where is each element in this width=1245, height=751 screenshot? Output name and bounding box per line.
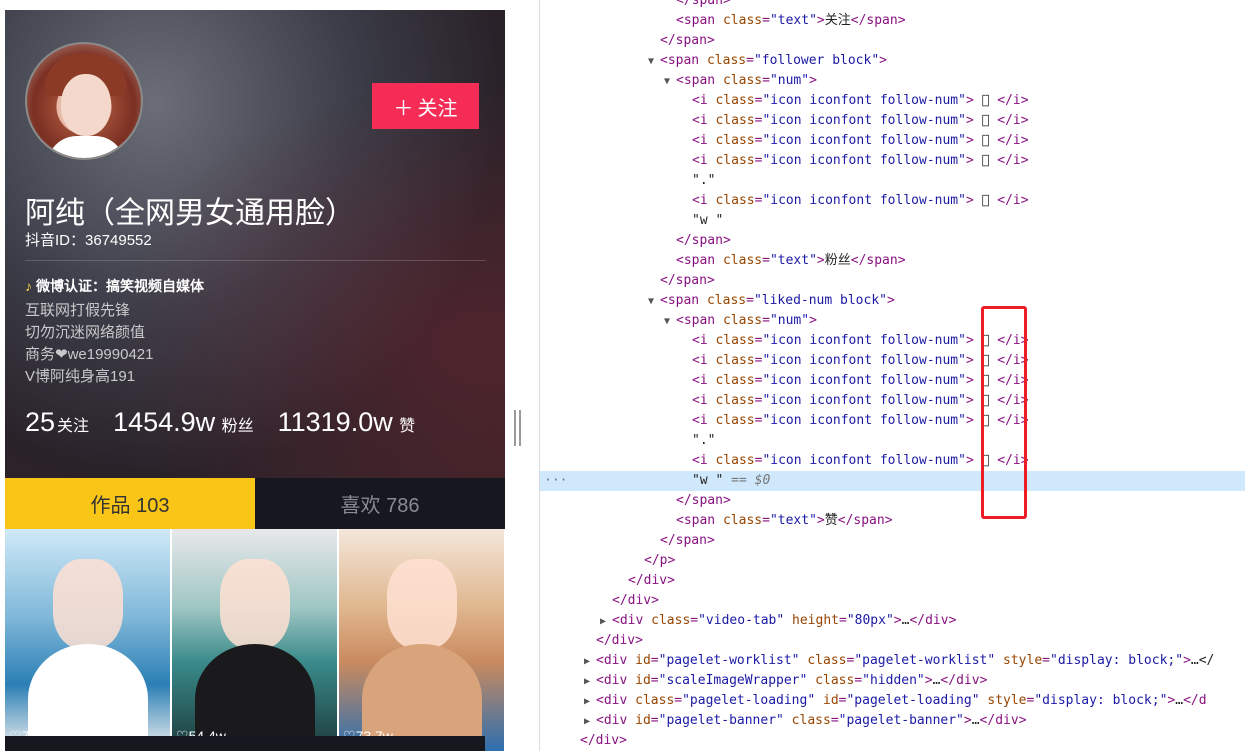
stat-label: 关注 — [57, 418, 90, 435]
dom-tree-node[interactable]: </span> — [540, 0, 1245, 11]
dom-tree-node[interactable]: </span> — [540, 231, 1245, 251]
expand-right-icon[interactable]: ▶ — [600, 612, 612, 632]
verify-badge: ♪ 微博认证：搞笑视频自媒体 — [25, 276, 204, 296]
thumbnail-person — [386, 559, 457, 649]
dom-tree-node[interactable]: "w " — [540, 211, 1245, 231]
stat-label: 赞 — [399, 418, 416, 435]
dom-tree-node[interactable]: ▼ <span class="liked-num block"> — [540, 291, 1245, 311]
dom-tree-node[interactable]: ▶ <div class="video-tab" height="80px">…<… — [540, 611, 1245, 631]
dom-tree-node[interactable]: <i class="icon iconfont follow-num">  <… — [540, 151, 1245, 171]
thumbnail-person — [52, 559, 123, 649]
bio-line: V博阿纯身高191 — [25, 368, 136, 385]
douyin-id: 抖音ID：36749552 — [25, 232, 152, 249]
dom-tree-node[interactable]: <span class="text">赞</span> — [540, 511, 1245, 531]
expand-right-icon[interactable]: ▶ — [584, 712, 596, 732]
expand-right-icon[interactable]: ▶ — [584, 692, 596, 712]
profile-header: ＋ 关注 阿纯（全网男女通用脸） 抖音ID：36749552 ♪ 微博认证：搞笑… — [5, 10, 505, 478]
dom-tree-node[interactable]: <i class="icon iconfont follow-num">  <… — [540, 391, 1245, 411]
video-grid: ♡71.2w ♡54.4w ♡73.7w — [5, 529, 505, 751]
dom-tree-node[interactable]: <i class="icon iconfont follow-num">  <… — [540, 111, 1245, 131]
bio-line: 互联网打假先锋 — [25, 302, 131, 319]
dom-tree-node[interactable]: </span> — [540, 531, 1245, 551]
dom-tree-node[interactable]: <span class="text">粉丝</span> — [540, 251, 1245, 271]
dom-tree-node[interactable]: <i class="icon iconfont follow-num">  <… — [540, 131, 1245, 151]
devtools-elements-panel: </span> <span class="text">关注</span> </spa… — [540, 0, 1245, 751]
dom-tree-node[interactable]: </div> — [540, 731, 1245, 751]
dom-tree-node[interactable]: </span> — [540, 491, 1245, 511]
dom-tree-node[interactable]: <i class="icon iconfont follow-num">  <… — [540, 351, 1245, 371]
dom-tree-node[interactable]: ▶ <div id="scaleImageWrapper" class="hidd… — [540, 671, 1245, 691]
dom-tree-node[interactable]: </p> — [540, 551, 1245, 571]
bio-line: 商务❤we19990421 — [25, 346, 154, 363]
dom-tree-node[interactable]: ▼ <span class="num"> — [540, 71, 1245, 91]
expand-down-icon[interactable]: ▼ — [664, 312, 676, 332]
dom-tree-node[interactable]: <i class="icon iconfont follow-num">  <… — [540, 411, 1245, 431]
stat-followers[interactable]: 1454.9w 粉丝 — [113, 407, 254, 438]
more-options-icon[interactable]: ··· — [544, 471, 567, 491]
dom-tree-node[interactable]: ▼ <span class="follower block"> — [540, 51, 1245, 71]
dom-tree-node[interactable]: <i class="icon iconfont follow-num">  <… — [540, 191, 1245, 211]
thumbnail-person — [219, 559, 290, 649]
dom-tree-node[interactable]: "." — [540, 171, 1245, 191]
avatar[interactable] — [25, 42, 143, 160]
dom-tree-node[interactable]: </span> — [540, 271, 1245, 291]
panel-splitter-handle[interactable] — [512, 410, 522, 446]
stat-num: 11319.0w — [277, 407, 393, 437]
stat-num: 25 — [25, 407, 56, 437]
tab-works[interactable]: 作品 103 — [5, 478, 255, 529]
dom-tree-node[interactable]: ▼ <span class="num"> — [540, 311, 1245, 331]
dom-tree-node[interactable]: <i class="icon iconfont follow-num">  <… — [540, 331, 1245, 351]
dom-tree-node[interactable]: <i class="icon iconfont follow-num">  <… — [540, 451, 1245, 471]
dom-tree-node[interactable]: "." — [540, 431, 1245, 451]
bottom-bar — [5, 736, 485, 751]
stats: 25 关注 1454.9w 粉丝 11319.0w 赞 — [25, 407, 415, 438]
video-thumbnail[interactable]: ♡54.4w — [172, 529, 337, 751]
tab-likes[interactable]: 喜欢 786 — [255, 478, 505, 529]
verify-text: 微博认证：搞笑视频自媒体 — [36, 278, 204, 294]
follow-button[interactable]: ＋ 关注 — [372, 83, 479, 129]
nickname: 阿纯（全网男女通用脸） — [25, 197, 355, 230]
divider — [25, 260, 486, 261]
expand-down-icon[interactable]: ▼ — [648, 292, 660, 312]
dom-tree-node[interactable]: </div> — [540, 571, 1245, 591]
stat-label: 粉丝 — [221, 418, 254, 435]
dom-tree-node[interactable]: ▶ <div id="pagelet-worklist" class="pagel… — [540, 651, 1245, 671]
video-thumbnail[interactable]: ♡73.7w — [339, 529, 504, 751]
dom-tree-node[interactable]: "w " == $0 ··· — [540, 471, 1245, 491]
dom-tree-node[interactable]: <i class="icon iconfont follow-num">  <… — [540, 91, 1245, 111]
dom-tree-node[interactable]: ▶ <div class="pagelet-loading" id="pagele… — [540, 691, 1245, 711]
expand-right-icon[interactable]: ▶ — [584, 672, 596, 692]
mobile-preview: ＋ 关注 阿纯（全网男女通用脸） 抖音ID：36749552 ♪ 微博认证：搞笑… — [0, 0, 510, 751]
stat-following[interactable]: 25 关注 — [25, 407, 89, 438]
dom-tree-node[interactable]: <i class="icon iconfont follow-num">  <… — [540, 371, 1245, 391]
avatar-collar — [47, 136, 125, 158]
expand-down-icon[interactable]: ▼ — [664, 72, 676, 92]
dom-tree-node[interactable]: <span class="text">关注</span> — [540, 11, 1245, 31]
dom-tree-node[interactable]: </div> — [540, 631, 1245, 651]
stat-likes[interactable]: 11319.0w 赞 — [278, 407, 416, 438]
content-tabs: 作品 103 喜欢 786 — [5, 478, 505, 529]
dom-tree-node[interactable]: </span> — [540, 31, 1245, 51]
follow-button-label: 关注 — [417, 97, 458, 120]
dom-tree-node[interactable]: ▶ <div id="pagelet-banner" class="pagelet… — [540, 711, 1245, 731]
plus-icon: ＋ — [393, 97, 414, 120]
expand-right-icon[interactable]: ▶ — [584, 652, 596, 672]
video-thumbnail[interactable]: ♡71.2w — [5, 529, 170, 751]
tiktok-icon: ♪ — [25, 278, 32, 294]
stat-num: 1454.9w — [113, 407, 216, 437]
avatar-face — [61, 74, 111, 136]
bio-line: 切勿沉迷网络颜值 — [25, 324, 146, 341]
dom-tree-node[interactable]: </div> — [540, 591, 1245, 611]
expand-down-icon[interactable]: ▼ — [648, 52, 660, 72]
bio: 互联网打假先锋 切勿沉迷网络颜值 商务❤we19990421 V博阿纯身高191 — [25, 300, 153, 388]
